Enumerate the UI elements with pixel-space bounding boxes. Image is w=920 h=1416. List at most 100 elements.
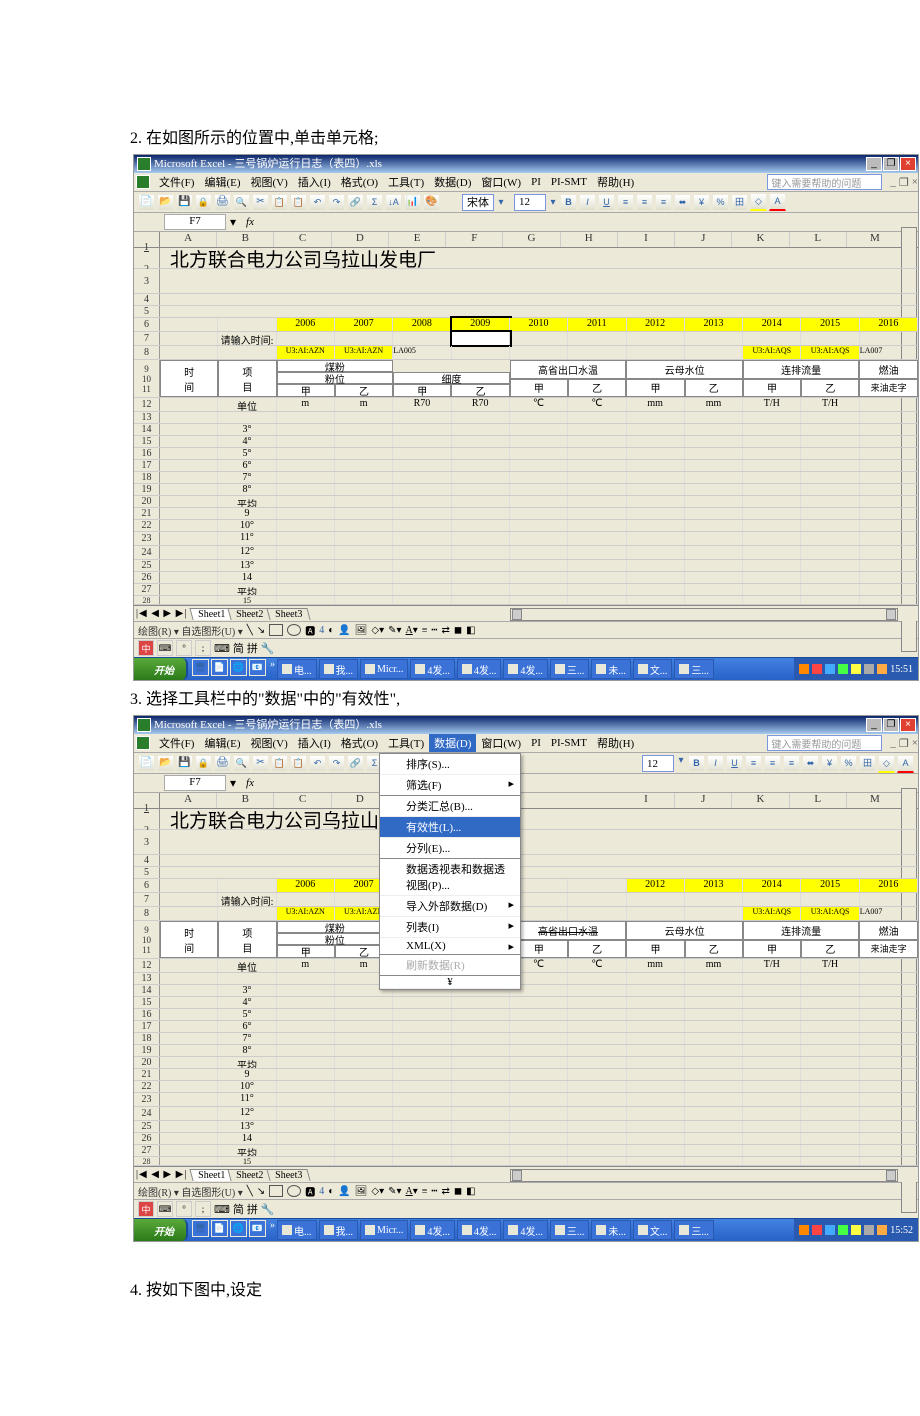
tag-cell[interactable]: LA005 <box>393 346 451 359</box>
task-btn[interactable]: 三... <box>674 1220 714 1240</box>
menu-tools[interactable]: 工具(T) <box>383 734 429 752</box>
bold-icon[interactable]: B <box>560 194 577 211</box>
row-12[interactable]: 12 <box>134 959 160 972</box>
row-18[interactable]: 18 <box>134 1033 160 1044</box>
row-16[interactable]: 16 <box>134 448 160 459</box>
quicklaunch-icon[interactable]: 📄 <box>211 1220 228 1237</box>
task-btn[interactable]: 我... <box>319 1220 359 1240</box>
col-I[interactable]: I <box>618 793 675 808</box>
year-cell[interactable]: 2015 <box>801 879 859 892</box>
font-size-drop-icon[interactable]: ▾ <box>548 197 558 208</box>
tag-cell[interactable]: U3:AI:AQS <box>743 346 801 359</box>
col-I[interactable]: I <box>618 232 675 247</box>
undo-icon[interactable]: ↶ <box>309 194 326 211</box>
task-btn[interactable]: 电... <box>277 1220 317 1240</box>
hour-cell[interactable]: 3° <box>218 985 276 996</box>
tag-cell[interactable]: U3:AI:AZN <box>277 907 335 920</box>
row-1-2[interactable]: 12 <box>134 809 160 829</box>
row-19[interactable]: 19 <box>134 1045 160 1056</box>
tag-cell[interactable]: U3:AI:AZN <box>335 346 393 359</box>
currency-icon[interactable]: ¥ <box>821 755 838 772</box>
name-box[interactable]: F7 <box>164 775 226 791</box>
task-btn[interactable]: 我... <box>319 659 359 679</box>
hour-cell[interactable]: 13° <box>218 1121 276 1132</box>
tag-cell[interactable]: U3:AI:AQS <box>801 346 859 359</box>
print-icon[interactable]: 🖨 <box>214 755 231 772</box>
align-right-icon[interactable]: ≡ <box>655 194 672 211</box>
year-cell[interactable]: 2007 <box>335 318 393 331</box>
borders-icon[interactable]: 田 <box>859 755 876 772</box>
task-btn[interactable]: 三... <box>550 659 590 679</box>
drawing-label[interactable]: 绘图(R) ▾ 自选图形(U) ▾ <box>138 1184 243 1199</box>
tray-icon[interactable] <box>838 664 848 674</box>
fill-color-icon[interactable]: ◇ <box>750 193 767 211</box>
row-18[interactable]: 18 <box>134 472 160 483</box>
merge-icon[interactable]: ⬌ <box>674 194 691 211</box>
tray-icon[interactable] <box>864 664 874 674</box>
percent-icon[interactable]: % <box>712 194 729 211</box>
hour-cell[interactable]: 9 <box>218 1069 276 1080</box>
ime-settings-icon[interactable]: 🔧 <box>261 642 275 655</box>
wb-minimize[interactable]: _ <box>890 737 896 750</box>
row-28[interactable]: 28 <box>134 1157 160 1165</box>
row-3[interactable]: 3 <box>134 269 160 293</box>
tag-cell[interactable]: U3:AI:AQS <box>801 907 859 920</box>
quicklaunch-icon[interactable]: 📧 <box>249 659 266 676</box>
year-cell[interactable]: 2008 <box>393 318 451 331</box>
year-cell[interactable]: 2006 <box>277 318 335 331</box>
col-J[interactable]: J <box>675 793 732 808</box>
cut-icon[interactable]: ✂ <box>252 194 269 211</box>
task-btn[interactable]: 文... <box>633 1220 673 1240</box>
hour-cell[interactable]: 6° <box>218 1021 276 1032</box>
tag-cell[interactable]: LA007 <box>860 346 918 359</box>
row-27[interactable]: 27 <box>134 1145 160 1156</box>
hour-cell[interactable]: 9 <box>218 508 276 519</box>
dashstyle-icon[interactable]: ┅ <box>431 625 437 636</box>
ime-options-icon[interactable]: 简 <box>233 640 244 656</box>
ime-icon[interactable]: ⌨ <box>157 640 173 656</box>
preview-icon[interactable]: 🔍 <box>233 194 250 211</box>
minimize-button[interactable]: _ <box>866 157 882 171</box>
clock[interactable]: 15:51 <box>890 664 913 675</box>
rect-icon[interactable] <box>269 624 283 636</box>
col-K[interactable]: K <box>732 793 789 808</box>
row-13[interactable]: 13 <box>134 973 160 984</box>
row-21[interactable]: 21 <box>134 508 160 519</box>
hour-cell[interactable]: 15 <box>218 1157 276 1165</box>
menu-xml[interactable]: XML(X)▸ <box>380 938 520 955</box>
tray-icon[interactable] <box>825 1225 835 1235</box>
diagram-icon[interactable]: ◐ <box>328 625 334 636</box>
oval-icon[interactable] <box>287 624 301 636</box>
fontcolor-icon[interactable]: A▾ <box>406 1186 418 1197</box>
row-6[interactable]: 6 <box>134 318 160 331</box>
year-cell[interactable]: 2014 <box>743 879 801 892</box>
hour-cell[interactable]: 平均 <box>218 1057 276 1068</box>
help-search[interactable]: 键入需要帮助的问题 <box>767 174 882 190</box>
tray-icon[interactable] <box>838 1225 848 1235</box>
fx-icon[interactable]: fx <box>246 777 254 789</box>
task-btn[interactable]: 文... <box>633 659 673 679</box>
row-17[interactable]: 17 <box>134 460 160 471</box>
bold-icon[interactable]: B <box>688 755 705 772</box>
menu-textcol[interactable]: 分列(E)... <box>380 838 520 859</box>
sort-asc-icon[interactable]: ↓A <box>385 194 402 211</box>
hour-cell[interactable]: 5° <box>218 448 276 459</box>
row-9-11[interactable]: 91011 <box>134 360 160 397</box>
lineweight-icon[interactable]: ≡ <box>422 1186 428 1197</box>
row-25[interactable]: 25 <box>134 1121 160 1132</box>
hour-cell[interactable]: 平均 <box>218 584 276 595</box>
row-8[interactable]: 8 <box>134 346 160 359</box>
task-btn[interactable]: 电... <box>277 659 317 679</box>
quicklaunch-icon[interactable]: 🖥 <box>192 1220 209 1237</box>
task-btn[interactable]: Micr... <box>360 1220 408 1240</box>
font-size[interactable]: 12 <box>642 755 674 772</box>
tab-sheet3[interactable]: Sheet3 <box>266 1169 310 1181</box>
col-M[interactable]: M <box>847 793 904 808</box>
oval-icon[interactable] <box>287 1185 301 1197</box>
row-4[interactable]: 4 <box>134 855 160 866</box>
sheet-nav[interactable]: |◀ ◀ ▶ ▶| <box>136 1169 187 1180</box>
menu-list[interactable]: 列表(I)▸ <box>380 917 520 938</box>
tray-icon[interactable] <box>864 1225 874 1235</box>
tag-cell[interactable]: U3:AI:AQS <box>743 907 801 920</box>
row-20[interactable]: 20 <box>134 1057 160 1068</box>
